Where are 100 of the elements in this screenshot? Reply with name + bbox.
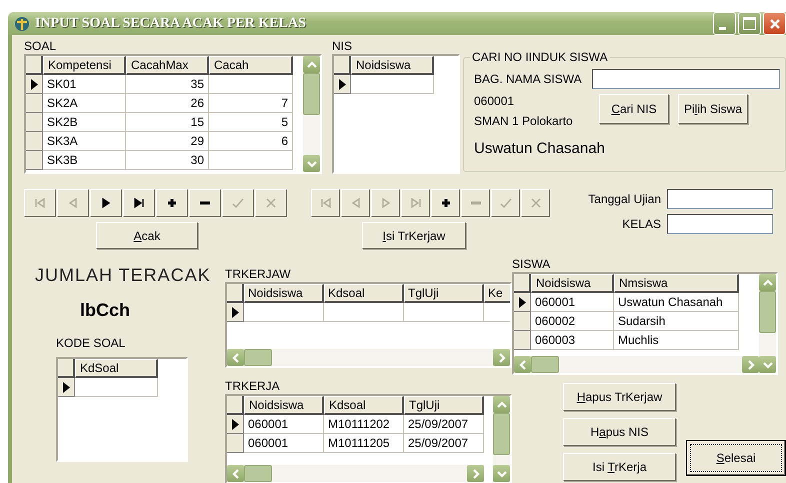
table-cell: 15 [126, 113, 209, 132]
cross-icon [264, 196, 278, 210]
scrollbar-thumb[interactable] [303, 73, 320, 115]
row-indicator[interactable] [227, 415, 244, 434]
column-header[interactable]: CacahMax [126, 56, 209, 75]
skip-back-icon [33, 196, 47, 210]
navigator-button[interactable] [156, 189, 188, 217]
scroll-down-button[interactable] [759, 356, 776, 373]
column-header[interactable]: Nmsiswa [614, 274, 739, 293]
table-cell: 060002 [531, 312, 614, 331]
table-cell: 5 [209, 113, 293, 132]
grid-corner [227, 284, 244, 303]
table-cell: 060003 [531, 331, 614, 350]
skip-forward-icon [408, 196, 422, 210]
minimize-button[interactable] [713, 12, 736, 35]
window-title: INPUT SOAL SECARA ACAK PER KELAS [35, 16, 306, 32]
column-header[interactable]: TglUji [404, 396, 484, 415]
scroll-left-button[interactable] [227, 465, 244, 482]
check-icon [231, 196, 245, 210]
column-header[interactable]: KdSoal [75, 359, 158, 378]
group-title: CARI NO IINDUK SISWA [470, 50, 610, 64]
table-cell: 26 [126, 94, 209, 113]
plus-icon [165, 196, 179, 210]
row-pointer-icon [232, 418, 238, 430]
input-field[interactable] [592, 69, 780, 89]
close-button[interactable] [763, 12, 786, 35]
button[interactable]: Acak [96, 222, 198, 249]
row-pointer-icon [62, 382, 70, 392]
column-header[interactable]: Kdsoal [324, 396, 404, 415]
navigator-button[interactable] [90, 189, 122, 217]
column-header[interactable]: Cacah [209, 56, 293, 75]
scroll-up-button[interactable] [303, 56, 320, 73]
scroll-left-button[interactable] [227, 349, 244, 366]
grid-title: NIS [332, 39, 354, 54]
row-pointer-icon [30, 78, 38, 90]
row-indicator[interactable] [58, 378, 75, 397]
button[interactable]: Pilih Siswa [678, 94, 748, 124]
check-icon [498, 196, 512, 210]
navigator-button[interactable] [431, 189, 460, 217]
grid-corner [334, 56, 351, 75]
button[interactable]: Hapus TrKerjaw [563, 383, 676, 411]
grid-corner [514, 274, 531, 293]
date-field[interactable] [667, 189, 773, 209]
column-header[interactable]: Kdsoal [324, 284, 404, 303]
row-indicator[interactable] [26, 75, 43, 94]
button[interactable]: Cari NIS [599, 94, 669, 124]
grid-title: TRKERJAW [225, 267, 292, 282]
scrollbar-thumb[interactable] [244, 349, 272, 366]
scrollbar-thumb[interactable] [531, 356, 559, 373]
row-indicator[interactable] [514, 293, 531, 312]
button[interactable]: Hapus NIS [563, 418, 676, 446]
column-header[interactable]: Kompetensi [43, 56, 126, 75]
skip-back-icon [318, 196, 332, 210]
row-pointer-icon [232, 306, 238, 318]
table-cell: 060001 [531, 293, 614, 312]
button[interactable]: Selesai [686, 440, 786, 476]
button[interactable]: Isi TrKerja [563, 453, 676, 481]
table-cell: M10111202 [324, 415, 404, 434]
navigator-button[interactable] [189, 189, 221, 217]
table-cell: SK2B [43, 113, 126, 132]
scrollbar-thumb[interactable] [244, 465, 272, 482]
scroll-right-button[interactable] [467, 465, 484, 482]
row-pointer-icon [518, 296, 526, 308]
table-cell: M10111205 [324, 434, 404, 453]
column-header[interactable]: Noidsiswa [351, 56, 434, 75]
table-cell: 29 [126, 132, 209, 151]
row-indicator[interactable] [227, 303, 244, 322]
scrollbar-thumb[interactable] [759, 291, 776, 333]
school-text: SMAN 1 Polokarto [474, 114, 574, 129]
table-cell: 35 [126, 75, 209, 94]
button[interactable]: Isi TrKerjaw [362, 222, 466, 249]
scrollbar-thumb[interactable] [493, 413, 510, 455]
column-header[interactable]: Noidsiswa [531, 274, 614, 293]
table-cell: 30 [126, 151, 209, 170]
count-value: lbCch [80, 298, 132, 321]
scroll-down-button[interactable] [303, 155, 320, 172]
column-header[interactable]: Noidsiswa [244, 396, 324, 415]
field-label: Tanggal Ujian [587, 191, 661, 208]
field-label: BAG. NAMA SISWA [474, 72, 583, 86]
grid-corner [227, 396, 244, 415]
scroll-left-button[interactable] [514, 356, 531, 373]
class-field[interactable] [667, 214, 773, 234]
scroll-up-button[interactable] [493, 396, 510, 413]
table-cell: SK3B [43, 151, 126, 170]
column-header[interactable]: Ke [484, 284, 510, 303]
column-header[interactable]: Noidsiswa [244, 284, 324, 303]
maximize-button[interactable] [738, 12, 761, 35]
table-cell: 060001 [244, 415, 324, 434]
grid-title: KODE SOAL [56, 336, 126, 351]
grid-title: SOAL [24, 39, 58, 54]
navigator-button[interactable] [123, 189, 155, 217]
column-header[interactable]: TglUji [404, 284, 484, 303]
row-indicator[interactable] [334, 75, 351, 94]
scroll-up-button[interactable] [759, 274, 776, 291]
table-cell: SK3A [43, 132, 126, 151]
table-cell: Muchlis [614, 331, 739, 350]
scroll-down-button[interactable] [493, 465, 510, 482]
nis-text: 060001 [474, 94, 516, 109]
scroll-right-button[interactable] [493, 349, 510, 366]
scroll-right-button[interactable] [742, 356, 759, 373]
